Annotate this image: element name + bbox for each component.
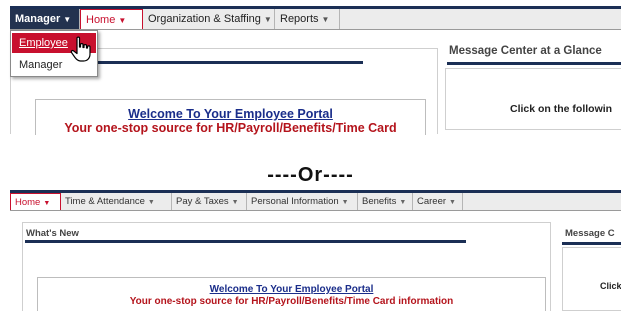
- top-nav-bar: Manager ▼ Home ▼ Organization & Staffing ▼ …: [10, 9, 621, 30]
- nav-pay-taxes-menu[interactable]: Pay & Taxes ▼: [172, 193, 247, 210]
- bottom-nav-bar: Home ▼ Time & Attendance ▼ Pay & Taxes ▼ Pe…: [10, 193, 621, 211]
- nav-benefits-label: Benefits: [362, 196, 397, 207]
- nav-home-tab[interactable]: Home ▼: [10, 193, 61, 210]
- nav-manager-label: Manager: [15, 13, 61, 25]
- nav-benefits-menu[interactable]: Benefits ▼: [358, 193, 413, 210]
- message-center-title: Message Center at a Glance: [449, 45, 602, 57]
- nav-career-label: Career: [417, 196, 447, 207]
- nav-personal-information-label: Personal Information: [251, 196, 339, 207]
- caret-down-icon: ▼: [118, 16, 127, 25]
- caret-down-icon: ▼: [43, 200, 51, 207]
- whats-new-title: What's New: [26, 228, 79, 239]
- panel-header-underline: [98, 61, 363, 64]
- hand-pointer-icon: [70, 36, 91, 62]
- caret-down-icon: ▼: [63, 15, 72, 24]
- caret-down-icon: ▼: [147, 199, 155, 206]
- welcome-link[interactable]: Welcome To Your Employee Portal: [35, 107, 426, 121]
- message-center-underline: [447, 62, 621, 65]
- caret-down-icon: ▼: [263, 15, 272, 24]
- message-center-underline: [562, 242, 621, 245]
- nav-organization-staffing-label: Organization & Staffing: [148, 13, 261, 25]
- nav-home-label: Home: [86, 14, 116, 26]
- caret-down-icon: ▼: [449, 199, 456, 206]
- nav-reports-menu[interactable]: Reports ▼: [275, 9, 340, 29]
- welcome-link[interactable]: Welcome To Your Employee Portal: [37, 284, 546, 295]
- message-center-click-text: Click on the followin: [510, 103, 613, 115]
- nav-time-attendance-label: Time & Attendance: [65, 196, 145, 207]
- or-separator: ----Or----: [267, 164, 354, 186]
- caret-down-icon: ▼: [341, 199, 349, 206]
- one-stop-text: Your one-stop source for HR/Payroll/Bene…: [64, 121, 397, 135]
- nav-home-tab[interactable]: Home ▼: [80, 9, 143, 29]
- message-center-panel: [562, 247, 621, 311]
- nav-reports-label: Reports: [280, 13, 319, 25]
- caret-down-icon: ▼: [321, 15, 330, 24]
- one-stop-text: Your one-stop source for HR/Payroll/Bene…: [129, 296, 454, 307]
- nav-home-label: Home: [15, 197, 41, 208]
- caret-down-icon: ▼: [399, 199, 407, 206]
- nav-personal-information-menu[interactable]: Personal Information ▼: [247, 193, 358, 210]
- message-center-click-text: Click: [600, 281, 621, 291]
- nav-pay-taxes-label: Pay & Taxes: [176, 196, 229, 207]
- nav-manager-menu[interactable]: Manager ▼: [10, 9, 80, 29]
- message-center-title: Message C: [565, 228, 615, 239]
- nav-career-menu[interactable]: Career ▼: [413, 193, 463, 210]
- nav-organization-staffing-menu[interactable]: Organization & Staffing ▼: [143, 9, 275, 29]
- nav-time-attendance-menu[interactable]: Time & Attendance ▼: [61, 193, 172, 210]
- panel-header-underline: [25, 240, 466, 243]
- message-center-panel: [445, 68, 621, 130]
- caret-down-icon: ▼: [231, 199, 239, 206]
